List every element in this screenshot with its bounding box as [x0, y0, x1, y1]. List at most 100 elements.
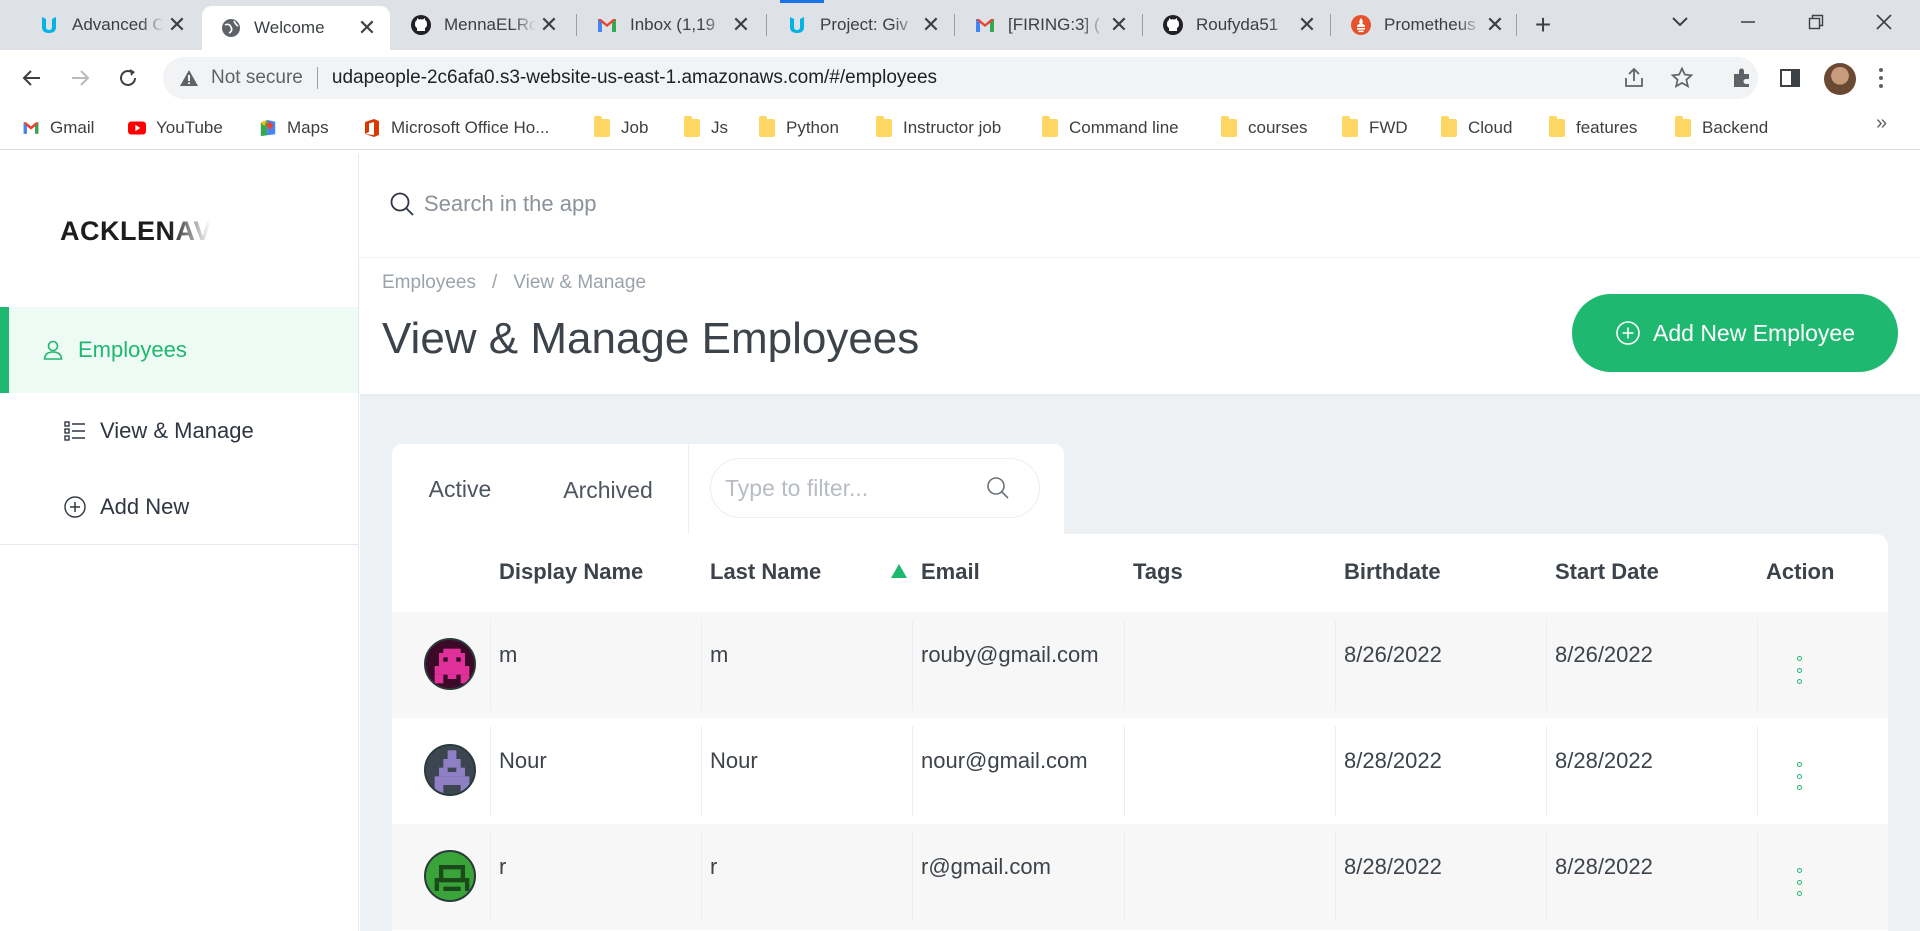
tab-github-roufyda[interactable]: Roufyda51 ✕ — [1144, 0, 1330, 50]
security-label[interactable]: Not secure — [211, 67, 303, 89]
close-tab-icon[interactable]: ✕ — [728, 12, 754, 38]
app-search-input[interactable] — [424, 182, 1424, 226]
bookmark-folder-backend[interactable]: Backend — [1674, 116, 1769, 139]
address-bar[interactable]: Not secure udapeople-2c6afa0.s3-website-… — [163, 57, 1758, 99]
list-icon — [62, 418, 88, 444]
table-row[interactable]: Nour Nour nour@gmail.com 8/28/2022 8/28/… — [392, 718, 1888, 824]
filter-field — [710, 458, 1040, 518]
new-tab-button[interactable]: + — [1528, 9, 1558, 40]
reload-button[interactable] — [112, 62, 144, 94]
column-start-date[interactable]: Start Date — [1555, 559, 1659, 585]
warning-icon[interactable] — [179, 68, 199, 88]
bookmark-folder-fwd[interactable]: FWD — [1341, 116, 1408, 139]
forward-button[interactable] — [64, 62, 96, 94]
add-new-employee-button[interactable]: Add New Employee — [1572, 294, 1898, 372]
minimize-button[interactable] — [1714, 0, 1782, 44]
bookmark-gmail[interactable]: Gmail — [22, 117, 94, 139]
github-icon — [1162, 14, 1184, 36]
bookmark-youtube[interactable]: YouTube — [128, 117, 223, 139]
close-tab-icon[interactable]: ✕ — [1106, 12, 1132, 38]
search-icon — [390, 192, 414, 216]
table-row[interactable]: r r r@gmail.com 8/28/2022 8/28/2022 — [392, 824, 1888, 930]
bookmark-label: Cloud — [1468, 118, 1513, 137]
tab-title: Inbox (1,19 — [630, 15, 716, 34]
tab-active[interactable]: Active — [392, 444, 528, 536]
breadcrumb-employees[interactable]: Employees — [382, 272, 476, 294]
cell-start-date: 8/26/2022 — [1555, 642, 1653, 667]
bookmark-star-icon[interactable] — [1668, 64, 1696, 92]
chevron-down-icon — [1672, 17, 1688, 27]
bookmark-label: Maps — [287, 118, 329, 137]
tab-github-menna[interactable]: MennaELRo ✕ — [392, 0, 572, 50]
tab-archived[interactable]: Archived — [528, 444, 688, 536]
column-display-name[interactable]: Display Name — [499, 559, 643, 585]
close-tab-icon[interactable]: ✕ — [918, 12, 944, 38]
bookmark-folder-python[interactable]: Python — [758, 116, 839, 139]
bookmarks-bar: Gmail YouTube Maps Microsoft Office Ho..… — [0, 106, 1920, 150]
breadcrumb-view-manage: View & Manage — [513, 272, 647, 293]
bookmark-folder-command-line[interactable]: Command line — [1041, 116, 1179, 139]
bookmark-folder-job[interactable]: Job — [593, 116, 649, 139]
bookmark-folder-courses[interactable]: courses — [1220, 116, 1308, 139]
cell-display-name: r — [499, 854, 507, 879]
filter-input[interactable] — [725, 474, 985, 502]
profile-avatar[interactable] — [1824, 63, 1856, 95]
share-icon[interactable] — [1620, 64, 1648, 92]
github-icon — [410, 14, 432, 36]
side-panel-icon[interactable] — [1776, 64, 1804, 92]
page-title: View & Manage Employees — [382, 314, 920, 363]
column-last-name[interactable]: Last Name — [710, 559, 821, 585]
url-text[interactable]: udapeople-2c6afa0.s3-website-us-east-1.a… — [332, 67, 937, 89]
column-tags[interactable]: Tags — [1133, 559, 1183, 585]
back-button[interactable] — [16, 62, 48, 94]
bookmark-folder-instructor-job[interactable]: Instructor job — [875, 116, 1001, 139]
bookmark-maps[interactable]: Maps — [259, 117, 329, 139]
main-content: Employees / View & Manage View & Manage … — [360, 154, 1920, 931]
row-actions-menu-icon[interactable] — [1794, 656, 1804, 684]
bookmark-folder-cloud[interactable]: Cloud — [1440, 116, 1513, 139]
browser-menu-button[interactable] — [1874, 62, 1888, 94]
extensions-icon[interactable] — [1728, 64, 1756, 92]
tab-advanced[interactable]: Advanced C ✕ — [20, 0, 200, 50]
close-tab-icon[interactable]: ✕ — [536, 12, 562, 38]
column-birthdate[interactable]: Birthdate — [1344, 559, 1441, 585]
bookmark-office[interactable]: Microsoft Office Ho... — [363, 117, 549, 139]
close-window-button[interactable] — [1850, 0, 1918, 44]
sidebar-item-employees[interactable]: Employees — [0, 307, 358, 393]
tab-search-button[interactable] — [1646, 0, 1714, 44]
cell-birthdate: 8/28/2022 — [1344, 854, 1442, 879]
row-actions-menu-icon[interactable] — [1794, 762, 1804, 790]
tab-prometheus[interactable]: Prometheus ✕ — [1332, 0, 1518, 50]
close-tab-icon[interactable]: ✕ — [354, 15, 380, 41]
cell-birthdate: 8/28/2022 — [1344, 748, 1442, 773]
tab-title: Roufyda51 — [1196, 15, 1279, 34]
search-icon[interactable] — [985, 475, 1011, 501]
breadcrumb-separator: / — [492, 272, 498, 293]
app-search-bar — [360, 154, 1920, 258]
app-logo[interactable]: ACKLENAV — [60, 216, 210, 252]
bookmark-folder-features[interactable]: features — [1548, 116, 1637, 139]
restore-button[interactable] — [1782, 0, 1850, 44]
table-row[interactable]: m m rouby@gmail.com 8/26/2022 8/26/2022 — [392, 612, 1888, 718]
tab-title: [FIRING:3] ( — [1008, 15, 1100, 34]
sort-ascending-icon[interactable] — [891, 564, 907, 578]
tab-welcome[interactable]: Welcome ✕ — [202, 6, 390, 50]
folder-icon — [683, 116, 701, 137]
tab-firing[interactable]: [FIRING:3] ( ✕ — [956, 0, 1142, 50]
column-email[interactable]: Email — [921, 559, 980, 585]
close-tab-icon[interactable]: ✕ — [164, 12, 190, 38]
row-actions-menu-icon[interactable] — [1794, 868, 1804, 896]
youtube-icon — [128, 119, 146, 137]
bookmark-label: Backend — [1702, 118, 1769, 137]
sidebar-item-add-new[interactable]: Add New — [0, 464, 358, 550]
close-tab-icon[interactable]: ✕ — [1294, 12, 1320, 38]
tab-inbox[interactable]: Inbox (1,19 ✕ — [578, 0, 764, 50]
bookmark-folder-js[interactable]: Js — [683, 116, 728, 139]
sidebar-item-view-manage[interactable]: View & Manage — [0, 388, 358, 474]
bookmark-label: Job — [621, 118, 649, 137]
tab-title: Advanced C — [72, 15, 164, 34]
close-tab-icon[interactable]: ✕ — [1482, 12, 1508, 38]
cell-birthdate: 8/26/2022 — [1344, 642, 1442, 667]
bookmarks-overflow-button[interactable]: » — [1876, 112, 1887, 135]
tab-project[interactable]: Project: Giv ✕ — [768, 0, 954, 50]
